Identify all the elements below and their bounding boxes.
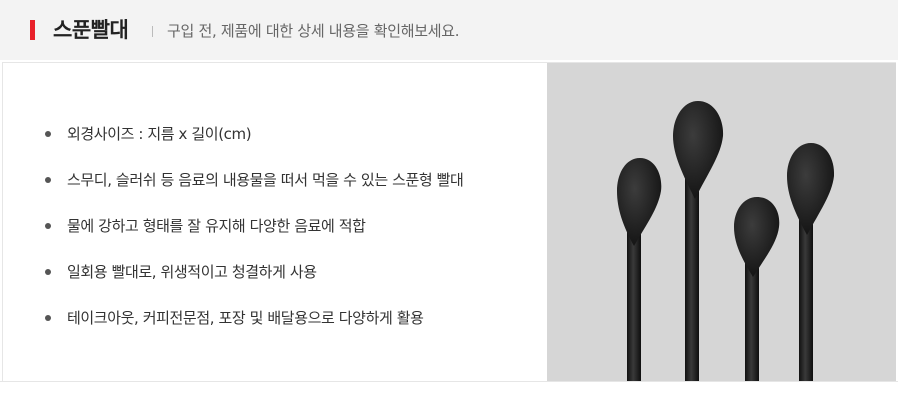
straw-3 xyxy=(734,197,780,381)
bullet-icon xyxy=(45,131,51,137)
product-photo xyxy=(547,63,896,381)
bullet-icon xyxy=(45,177,51,183)
feature-item: 일회용 빨대로, 위생적이고 청결하게 사용 xyxy=(43,261,463,307)
section-header: 스푼빨대 구입 전, 제품에 대한 상세 내용을 확인해보세요. xyxy=(0,0,898,60)
straw-1 xyxy=(617,158,662,381)
header-accent-bar xyxy=(30,20,35,40)
bottom-divider xyxy=(0,381,898,382)
bullet-icon xyxy=(45,223,51,229)
feature-text: 일회용 빨대로, 위생적이고 청결하게 사용 xyxy=(67,263,317,281)
bullet-icon xyxy=(45,269,51,275)
feature-item: 외경사이즈 : 지름 x 길이(cm) xyxy=(43,123,463,169)
section-title: 스푼빨대 xyxy=(53,18,129,42)
feature-text: 외경사이즈 : 지름 x 길이(cm) xyxy=(67,125,252,143)
feature-text: 물에 강하고 형태를 잘 유지해 다양한 음료에 적합 xyxy=(67,217,366,235)
feature-text: 테이크아웃, 커피전문점, 포장 및 배달용으로 다양하게 활용 xyxy=(67,309,424,327)
header-divider xyxy=(152,26,153,37)
section-subtitle: 구입 전, 제품에 대한 상세 내용을 확인해보세요. xyxy=(167,22,460,40)
straw-2 xyxy=(673,101,724,381)
spoon-straws-illustration xyxy=(617,101,835,381)
feature-item: 물에 강하고 형태를 잘 유지해 다양한 음료에 적합 xyxy=(43,215,463,261)
feature-item: 테이크아웃, 커피전문점, 포장 및 배달용으로 다양하게 활용 xyxy=(43,307,463,353)
feature-item: 스무디, 슬러쉬 등 음료의 내용물을 떠서 먹을 수 있는 스푼형 빨대 xyxy=(43,169,464,215)
feature-list: 외경사이즈 : 지름 x 길이(cm) 스무디, 슬러쉬 등 음료의 내용물을 … xyxy=(43,123,464,353)
straw-4 xyxy=(787,143,835,381)
feature-text: 스무디, 슬러쉬 등 음료의 내용물을 떠서 먹을 수 있는 스푼형 빨대 xyxy=(67,171,464,189)
bullet-icon xyxy=(45,315,51,321)
